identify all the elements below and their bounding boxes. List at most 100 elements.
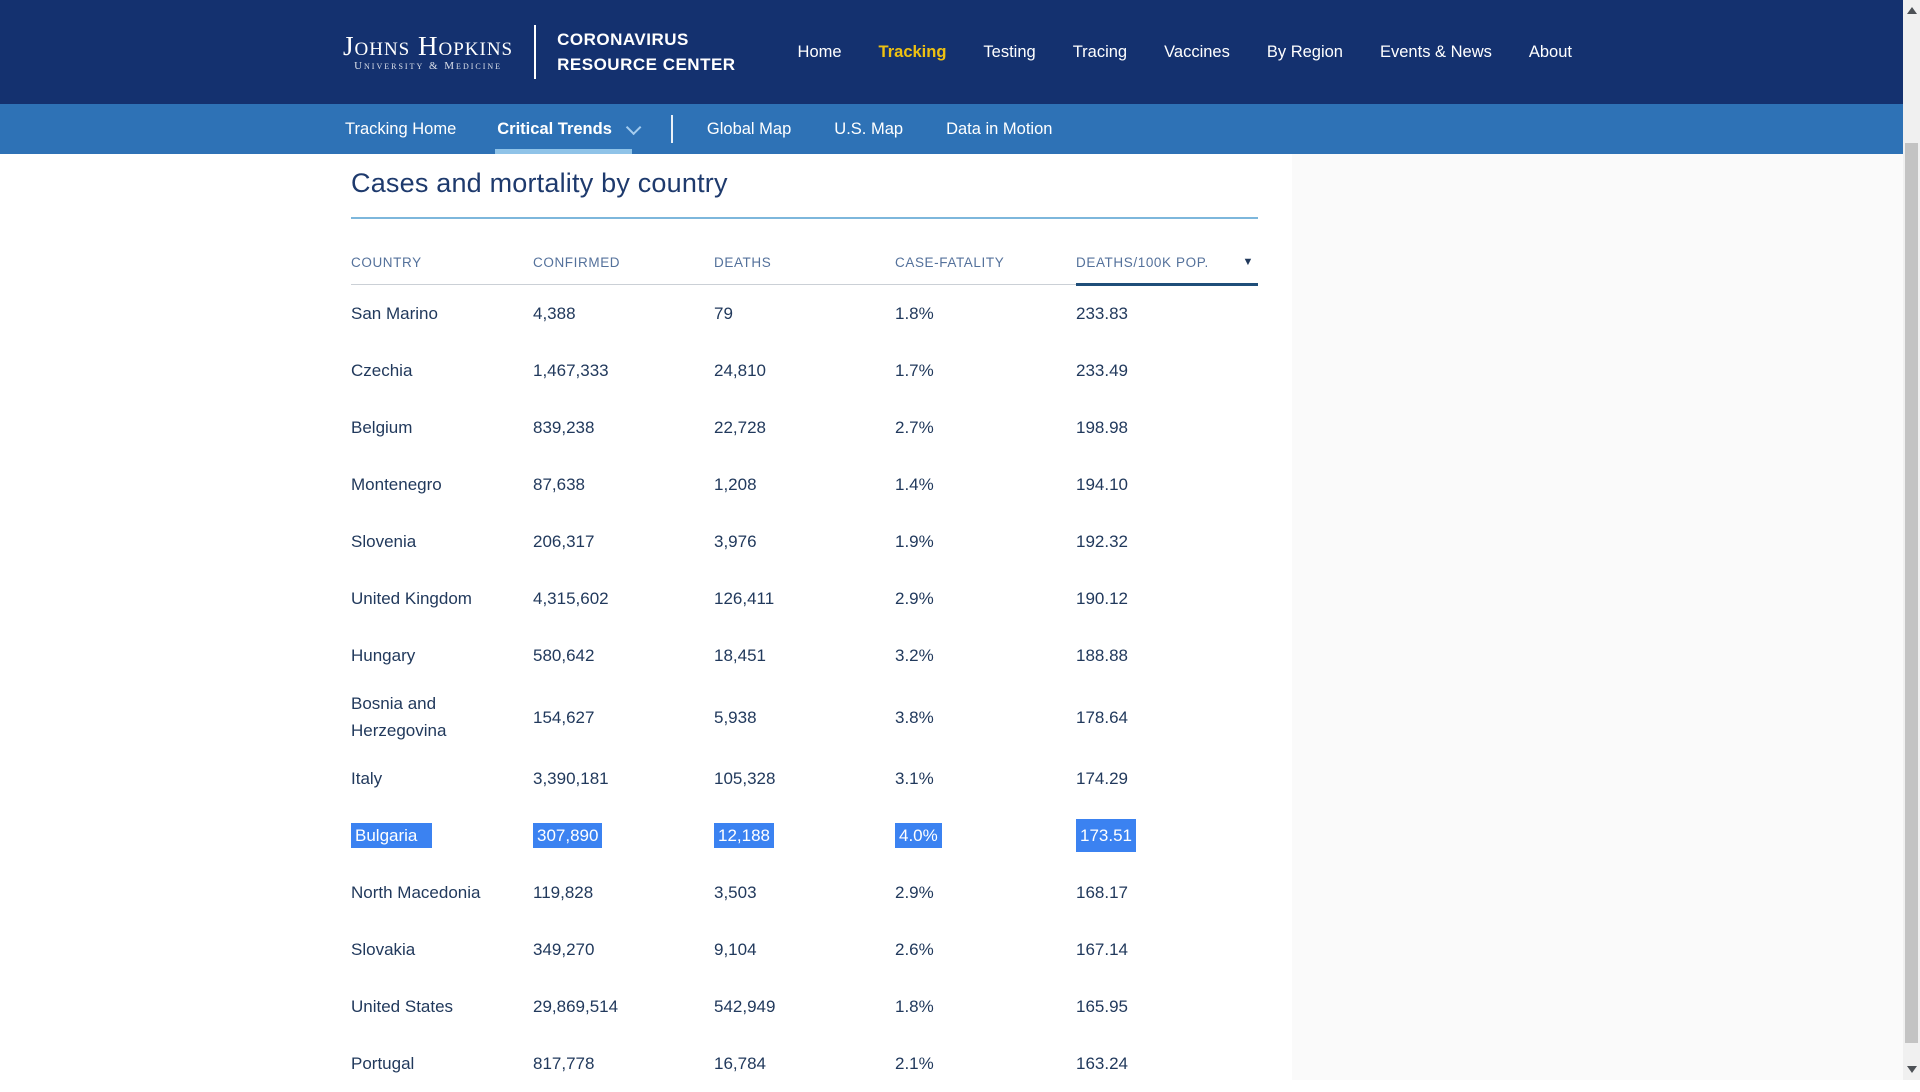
subnav-item-label: Critical Trends — [497, 119, 612, 138]
cell-text: 2.7% — [895, 418, 934, 437]
subnav-item-data-in-motion[interactable]: Data in Motion — [946, 104, 1052, 154]
table-row: Bulgaria 307,890 12,188 4.0% 173.51 — [351, 807, 1258, 864]
country-cell: Italy — [351, 765, 533, 792]
chevron-down-icon — [625, 119, 642, 135]
nav-item-vaccines[interactable]: Vaccines — [1164, 43, 1230, 62]
value-cell: 22,728 — [714, 414, 895, 441]
cell-text: 307,890 — [533, 823, 603, 848]
scroll-up-arrow-icon[interactable] — [1907, 7, 1917, 14]
cell-text: Hungary — [351, 646, 416, 665]
cell-text: 3,976 — [714, 532, 757, 551]
jhu-logo-line1: Johns Hopkins — [343, 30, 514, 61]
table-header-row: COUNTRY CONFIRMED DEATHS CASE-FATALITY D… — [351, 240, 1258, 286]
subnav-item-label: Data in Motion — [946, 119, 1053, 138]
nav-item-events-news[interactable]: Events & News — [1380, 43, 1492, 62]
scroll-down-arrow-icon[interactable] — [1907, 1066, 1917, 1073]
cell-text: 3,503 — [714, 883, 757, 902]
cell-text: 3.8% — [895, 707, 934, 727]
subnav-item-us-map[interactable]: U.S. Map — [834, 104, 903, 154]
cell-text: 12,188 — [714, 823, 774, 848]
table-row: Portugal 817,778 16,784 2.1% 163.24 — [351, 1035, 1258, 1092]
value-cell: 190.12 — [1076, 585, 1258, 612]
cell-text: 3,390,181 — [533, 769, 609, 788]
value-cell: 4,388 — [533, 300, 714, 327]
value-cell: 29,869,514 — [533, 993, 714, 1020]
column-header-country[interactable]: COUNTRY — [351, 255, 533, 270]
cell-text: 1.8% — [895, 997, 934, 1016]
table-row: United States 29,869,514 542,949 1.8% 165.95 — [351, 978, 1258, 1035]
cell-text: Italy — [351, 769, 383, 788]
column-header-deaths[interactable]: DEATHS — [714, 255, 895, 270]
nav-item-about[interactable]: About — [1529, 43, 1572, 62]
table-row: Slovakia 349,270 9,104 2.6% 167.14 — [351, 921, 1258, 978]
column-header-confirmed[interactable]: CONFIRMED — [533, 255, 714, 270]
cell-text: 190.12 — [1076, 589, 1128, 608]
cell-text: 2.1% — [895, 1054, 934, 1073]
subnav-item-tracking-home[interactable]: Tracking Home — [345, 104, 456, 154]
cases-mortality-table: COUNTRY CONFIRMED DEATHS CASE-FATALITY D… — [351, 240, 1258, 1092]
value-cell: 4,315,602 — [533, 585, 714, 612]
country-cell: North Macedonia — [351, 879, 533, 906]
value-cell: 1.9% — [895, 528, 1076, 555]
nav-item-by-region[interactable]: By Region — [1267, 43, 1343, 62]
nav-item-tracing[interactable]: Tracing — [1073, 43, 1127, 62]
cell-text: 18,451 — [714, 646, 766, 665]
value-cell: 119,828 — [533, 879, 714, 906]
table-row: Hungary 580,642 18,451 3.2% 188.88 — [351, 627, 1258, 684]
nav-item-tracking[interactable]: Tracking — [879, 43, 947, 62]
cell-text: 119,828 — [533, 883, 594, 902]
cell-text: 206,317 — [533, 532, 595, 551]
subnav-item-label: Global Map — [706, 119, 792, 138]
cell-text: 5,938 — [714, 707, 757, 727]
cell-text: North Macedonia — [351, 883, 481, 902]
cell-text: Portugal — [351, 1054, 415, 1073]
subnav-item-critical-trends[interactable]: Critical Trends — [495, 104, 642, 154]
cell-text: 174.29 — [1076, 769, 1128, 788]
nav-item-testing[interactable]: Testing — [983, 43, 1035, 62]
cell-text: 4,315,602 — [533, 589, 609, 608]
cell-text: Slovakia — [351, 940, 416, 959]
value-cell: 1.4% — [895, 471, 1076, 498]
value-cell: 3,390,181 — [533, 765, 714, 792]
country-cell: Hungary — [351, 642, 533, 669]
jhu-logo-line2: University & Medicine — [354, 59, 503, 72]
cell-text: 349,270 — [533, 940, 595, 959]
value-cell: 87,638 — [533, 471, 714, 498]
subnav-item-global-map[interactable]: Global Map — [707, 104, 791, 154]
table-row: Belgium 839,238 22,728 2.7% 198.98 — [351, 399, 1258, 456]
cell-text: 233.49 — [1076, 361, 1128, 380]
title-underline — [351, 217, 1258, 219]
cell-text: 233.83 — [1076, 304, 1128, 323]
sort-descending-icon[interactable]: ▼ — [1243, 256, 1255, 268]
cell-text: 16,784 — [714, 1054, 766, 1073]
site-brand-line1: CORONAVIRUS — [557, 30, 689, 49]
cell-text: 194.10 — [1076, 475, 1128, 494]
sorted-column-underline — [1076, 283, 1258, 286]
cell-text: United Kingdom — [351, 589, 472, 608]
value-cell: 1.8% — [895, 993, 1076, 1020]
cell-text: 105,328 — [714, 769, 776, 788]
cell-text: Belgium — [351, 418, 413, 437]
cell-text: Czechia — [351, 361, 413, 380]
nav-item-home[interactable]: Home — [798, 43, 842, 62]
cell-text: Montenegro — [351, 475, 442, 494]
cell-text: 198.98 — [1076, 418, 1128, 437]
table-row: Bosnia and Herzegovina 154,627 5,938 3.8% 17… — [351, 684, 1258, 750]
scrollbar-thumb[interactable] — [1905, 143, 1918, 1043]
cell-text: 163.24 — [1076, 1054, 1128, 1073]
value-cell: 5,938 — [714, 704, 895, 731]
column-header-deaths-100k[interactable]: DEATHS/100K POP. ▼ — [1076, 255, 1258, 270]
table-row: Slovenia 206,317 3,976 1.9% 192.32 — [351, 513, 1258, 570]
jhu-logo[interactable]: Johns Hopkins University & Medicine CORO… — [343, 25, 736, 79]
vertical-scrollbar[interactable] — [1903, 0, 1920, 1080]
value-cell: 126,411 — [714, 585, 895, 612]
value-cell: 198.98 — [1076, 414, 1258, 441]
column-header-label: DEATHS/100K POP. — [1076, 254, 1209, 270]
cell-text: 173.51 — [1076, 819, 1136, 852]
country-cell: United States — [351, 993, 533, 1020]
country-cell: Montenegro — [351, 471, 533, 498]
value-cell: 542,949 — [714, 993, 895, 1020]
column-header-case-fatality[interactable]: CASE-FATALITY — [895, 255, 1076, 270]
top-nav-links: Home Tracking Testing Tracing Vaccines B… — [798, 43, 1920, 62]
cell-text: 4.0% — [895, 823, 942, 848]
